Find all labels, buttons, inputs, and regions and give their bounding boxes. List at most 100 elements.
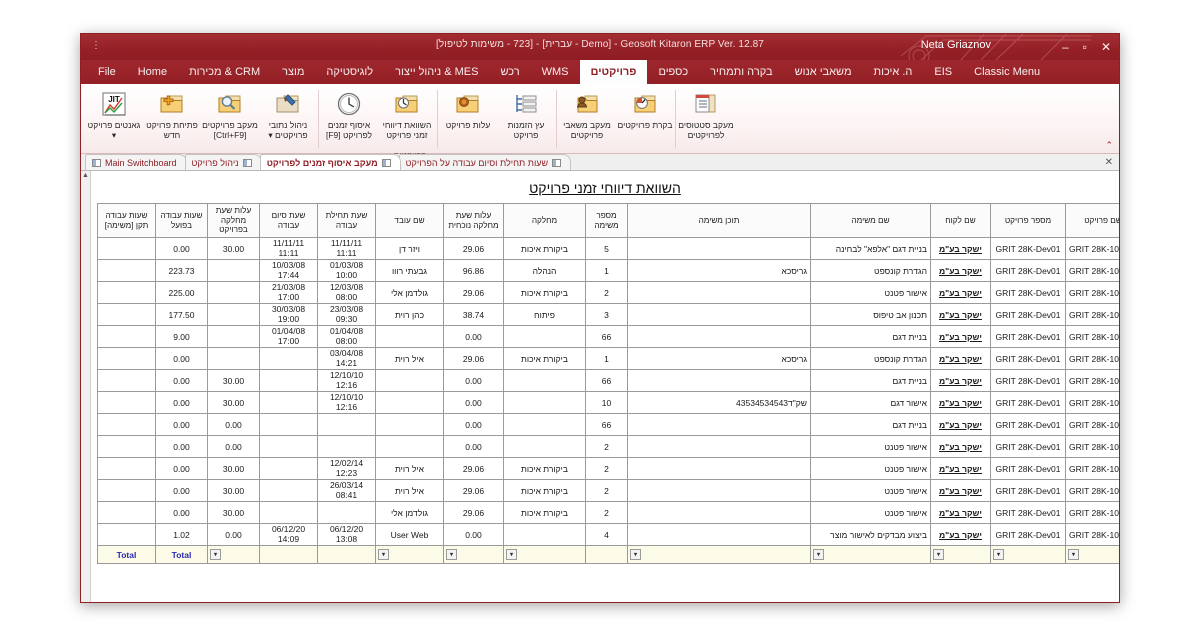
column-header-3[interactable]: שעת סיום עבודה xyxy=(259,203,318,238)
cell-department[interactable] xyxy=(503,413,586,436)
ribbon-button-1[interactable]: פתיחת פרויקט חדש xyxy=(143,88,201,148)
cell-customer-name[interactable]: ישקר בע"מ xyxy=(930,391,991,414)
close-document-icon[interactable]: ✕ xyxy=(1105,157,1113,168)
cell-customer-name[interactable]: ישקר בע"מ xyxy=(930,413,991,436)
table-row[interactable]: 0.00 30.00 11/11/11 11:11 11/11/11 11:11 ויזר … xyxy=(97,237,1119,260)
total-task-content-filter[interactable]: ▾ xyxy=(627,545,811,564)
cell-task-number[interactable]: 66 xyxy=(585,413,628,436)
total-department-filter[interactable]: ▾ xyxy=(503,545,586,564)
table-row[interactable]: 0.00 30.00 גולדמן אלי 29.06 ביקורת איכות 2 איש… xyxy=(97,501,1119,524)
cell-project-name[interactable]: GRIT 28K-10.0-0.2 xyxy=(1065,391,1119,414)
cell-current-dept-rate[interactable]: 0.00 xyxy=(443,391,504,414)
cell-task-content[interactable] xyxy=(627,303,811,326)
cell-standard-hours[interactable] xyxy=(97,369,156,392)
chevron-up-icon[interactable]: ⌃ xyxy=(1105,140,1113,151)
column-header-9[interactable]: תוכן משימה xyxy=(627,203,811,238)
ribbon-tab-1[interactable]: Home xyxy=(127,60,178,84)
column-header-7[interactable]: מחלקה xyxy=(503,203,586,238)
cell-actual-hours[interactable]: 177.50 xyxy=(155,303,208,326)
cell-actual-hours[interactable]: 0.00 xyxy=(155,457,208,480)
chevron-down-icon[interactable]: ▾ xyxy=(933,549,944,560)
column-header-6[interactable]: עלות שעת מחלקה נוכחית xyxy=(443,203,504,238)
ribbon-button-4[interactable]: איסוף זמנים לפרויקט [F9] xyxy=(320,88,378,148)
ribbon-button-10[interactable]: מעקב סטטוסים לפרויקטים xyxy=(677,88,735,148)
ribbon-button-0[interactable]: JIT גאנטים פרויקט ▾ xyxy=(85,88,143,148)
cell-task-content[interactable] xyxy=(627,479,811,502)
ribbon-tab-8[interactable]: פרויקטים xyxy=(579,60,648,84)
document-tab-0[interactable]: Main Switchboard xyxy=(85,154,187,170)
column-header-2[interactable]: עלות שעת מחלקה בפרויקט xyxy=(207,203,260,238)
table-row[interactable]: 0.00 0.00 0.00 66 בניית דגם ישקר בע"מ GRIT 28K… xyxy=(97,413,1119,436)
cell-customer-name[interactable]: ישקר בע"מ xyxy=(930,281,991,304)
cell-project-name[interactable]: GRIT 28K-10.0-0.2 xyxy=(1065,413,1119,436)
cell-project-name[interactable]: GRIT 28K-10.0-0.2 xyxy=(1065,259,1119,282)
cell-task-name[interactable]: בניית דגם "אלפא" לבחינה xyxy=(810,237,931,260)
cell-department[interactable] xyxy=(503,325,586,348)
table-row[interactable]: 0.00 03/04/08 14:21 איל רוית 29.06 ביקורת איכ… xyxy=(97,347,1119,370)
cell-project-dept-rate[interactable]: 30.00 xyxy=(207,391,260,414)
cell-task-name[interactable]: תכנון אב טיפוס xyxy=(810,303,931,326)
table-row[interactable]: 177.50 30/03/08 19:00 23/03/08 09:30 כהן רוית… xyxy=(97,303,1119,326)
cell-project-dept-rate[interactable]: 30.00 xyxy=(207,479,260,502)
cell-task-content[interactable]: גריסכא xyxy=(627,347,811,370)
cell-current-dept-rate[interactable]: 29.06 xyxy=(443,479,504,502)
cell-employee-name[interactable] xyxy=(375,325,444,348)
cell-project-dept-rate[interactable]: 0.00 xyxy=(207,435,260,458)
cell-department[interactable]: ביקורת איכות xyxy=(503,347,586,370)
cell-start-datetime[interactable]: 12/02/14 12:23 xyxy=(317,457,376,480)
cell-customer-name[interactable]: ישקר בע"מ xyxy=(930,479,991,502)
cell-standard-hours[interactable] xyxy=(97,325,156,348)
cell-department[interactable] xyxy=(503,369,586,392)
cell-department[interactable]: ביקורת איכות xyxy=(503,457,586,480)
cell-project-name[interactable]: GRIT 28K-10.0-0.2 xyxy=(1065,237,1119,260)
cell-task-number[interactable]: 2 xyxy=(585,501,628,524)
cell-project-dept-rate[interactable]: 0.00 xyxy=(207,523,260,546)
cell-customer-name[interactable]: ישקר בע"מ xyxy=(930,457,991,480)
cell-task-name[interactable]: הגדרת קונספט xyxy=(810,347,931,370)
cell-task-content[interactable] xyxy=(627,237,811,260)
cell-standard-hours[interactable] xyxy=(97,501,156,524)
cell-employee-name[interactable]: גבעתי רווו xyxy=(375,259,444,282)
cell-actual-hours[interactable]: 0.00 xyxy=(155,237,208,260)
table-row[interactable]: 0.00 30.00 12/10/10 12:16 0.00 10 שק"ד43534534… xyxy=(97,391,1119,414)
cell-task-name[interactable]: בניית דגם xyxy=(810,413,931,436)
cell-actual-hours[interactable]: 0.00 xyxy=(155,369,208,392)
cell-end-datetime[interactable]: 11/11/11 11:11 xyxy=(259,237,318,260)
cell-department[interactable]: הנהלה xyxy=(503,259,586,282)
cell-department[interactable]: פיתוח xyxy=(503,303,586,326)
cell-start-datetime[interactable]: 12/10/10 12:16 xyxy=(317,391,376,414)
cell-start-datetime[interactable]: 06/12/20 13:08 xyxy=(317,523,376,546)
chevron-down-icon[interactable]: ▾ xyxy=(506,549,517,560)
table-row[interactable]: 225.00 21/03/08 17:00 12/03/08 08:00 גולדמן א… xyxy=(97,281,1119,304)
chevron-down-icon[interactable]: ▾ xyxy=(993,549,1004,560)
cell-current-dept-rate[interactable]: 29.06 xyxy=(443,501,504,524)
cell-customer-name[interactable]: ישקר בע"מ xyxy=(930,325,991,348)
column-header-4[interactable]: שעת תחילת עבודה xyxy=(317,203,376,238)
cell-end-datetime[interactable]: 01/04/08 17:00 xyxy=(259,325,318,348)
cell-project-dept-rate[interactable] xyxy=(207,259,260,282)
cell-project-number[interactable]: GRIT 28K-Dev01 xyxy=(990,413,1066,436)
cell-task-content[interactable] xyxy=(627,501,811,524)
cell-project-dept-rate[interactable]: 30.00 xyxy=(207,369,260,392)
cell-project-number[interactable]: GRIT 28K-Dev01 xyxy=(990,347,1066,370)
ribbon-button-8[interactable]: מעקב משאבי פרויקטים xyxy=(558,88,616,148)
cell-department[interactable] xyxy=(503,523,586,546)
table-row[interactable]: 0.00 30.00 26/03/14 08:41 איל רוית 29.06 ביקור… xyxy=(97,479,1119,502)
cell-task-name[interactable]: אישור פטנט xyxy=(810,501,931,524)
maximize-button[interactable]: ▫ xyxy=(1083,41,1087,53)
ribbon-button-3[interactable]: ניהול נתובי פרויקטים ▾ xyxy=(259,88,317,148)
cell-start-datetime[interactable] xyxy=(317,501,376,524)
cell-standard-hours[interactable] xyxy=(97,523,156,546)
cell-task-name[interactable]: בניית דגם xyxy=(810,369,931,392)
cell-actual-hours[interactable]: 0.00 xyxy=(155,479,208,502)
chevron-down-icon[interactable]: ▾ xyxy=(378,549,389,560)
cell-start-datetime[interactable] xyxy=(317,435,376,458)
cell-start-datetime[interactable]: 01/03/08 10:00 xyxy=(317,259,376,282)
total-project-name-filter[interactable]: ▾ xyxy=(1065,545,1119,564)
cell-start-datetime[interactable]: 03/04/08 14:21 xyxy=(317,347,376,370)
cell-current-dept-rate[interactable]: 29.06 xyxy=(443,457,504,480)
cell-actual-hours[interactable]: 225.00 xyxy=(155,281,208,304)
cell-standard-hours[interactable] xyxy=(97,237,156,260)
ribbon-button-7[interactable]: עץ הזמנות פרויקט xyxy=(497,88,555,148)
cell-task-content[interactable]: גריסכא xyxy=(627,259,811,282)
